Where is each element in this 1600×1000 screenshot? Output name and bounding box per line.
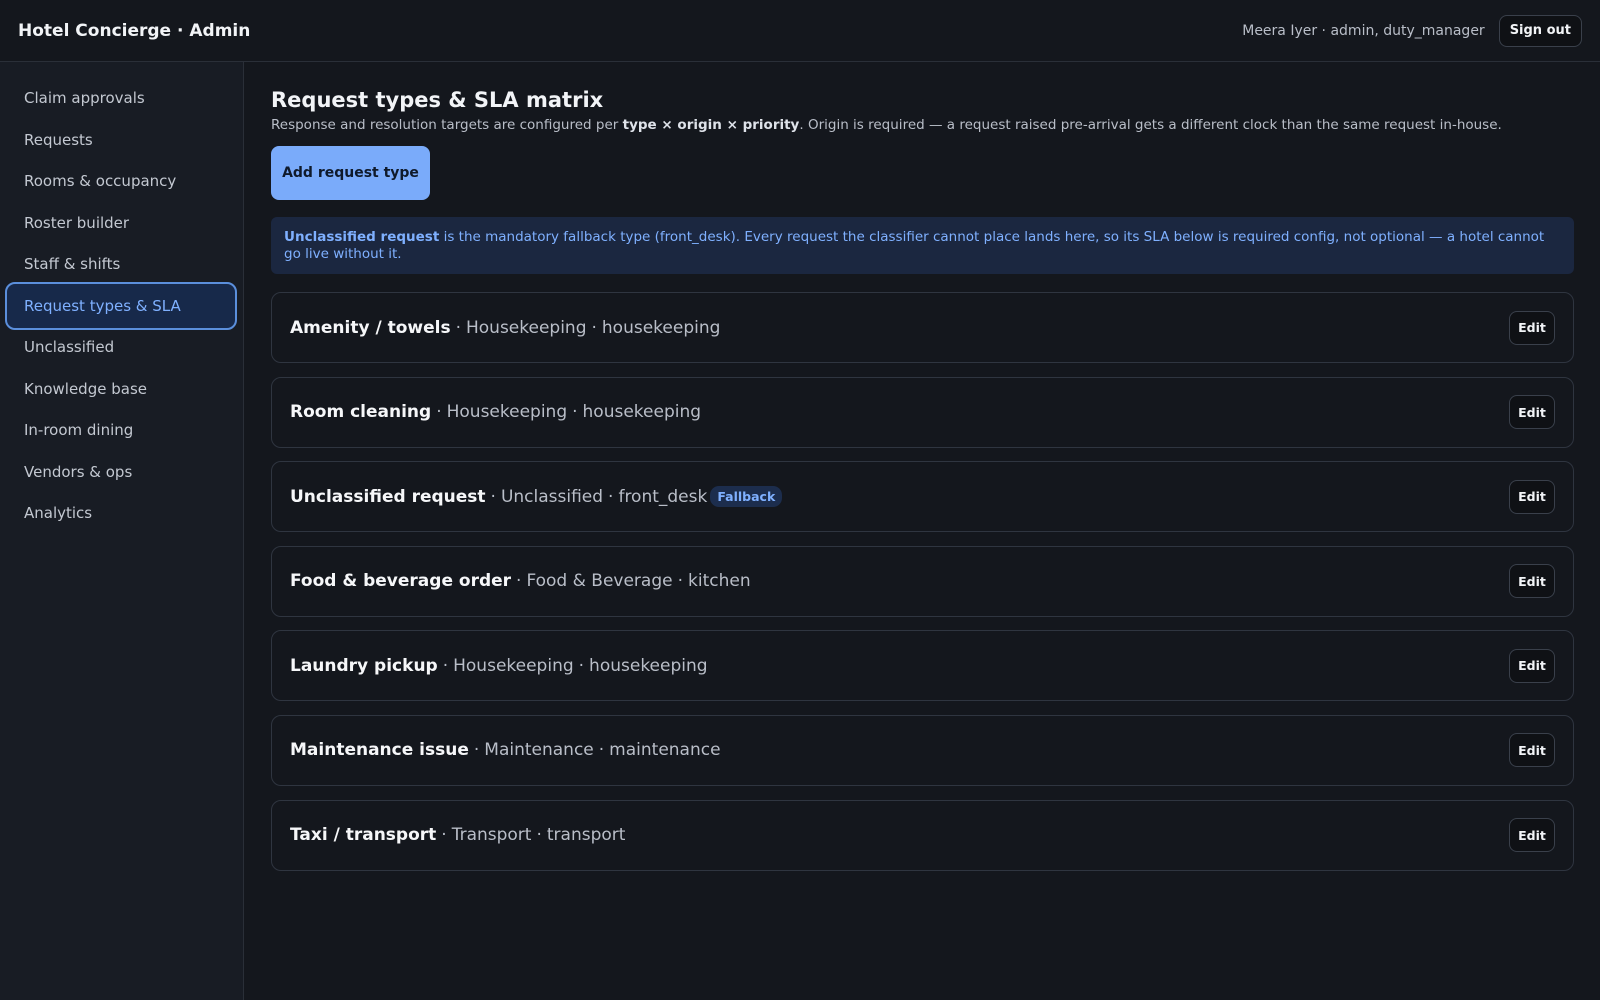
top-bar: Hotel Concierge · Admin Meera Iyer · adm… bbox=[0, 0, 1600, 62]
separator: · bbox=[516, 571, 522, 592]
sidebar-item-staff-shifts[interactable]: Staff & shifts bbox=[5, 240, 237, 288]
request-type-list: Amenity / towels · Housekeeping · housek… bbox=[271, 292, 1574, 871]
sidebar-item-label: Vendors & ops bbox=[24, 462, 133, 481]
sidebar-item-label: Staff & shifts bbox=[24, 255, 121, 273]
subtitle-suffix: . Origin is required — a request raised … bbox=[799, 117, 1502, 133]
page-title: Request types & SLA matrix bbox=[271, 88, 604, 112]
sidebar-item-rooms-occupancy[interactable]: Rooms & occupancy bbox=[5, 157, 237, 205]
sidebar-item-label: Rooms & occupancy bbox=[24, 172, 177, 190]
sidebar-item-analytics[interactable]: Analytics bbox=[5, 489, 237, 537]
request-type-card: Food & beverage order · Food & Beverage … bbox=[271, 545, 1574, 617]
subtitle-emphasis: type × origin × priority bbox=[622, 117, 800, 133]
sidebar: Claim approvals Requests Rooms & occupan… bbox=[0, 62, 244, 1000]
request-type-category: Housekeeping bbox=[465, 317, 587, 338]
request-type-card: Laundry pickup · Housekeeping · housekee… bbox=[271, 630, 1574, 702]
notice-emphasis: Unclassified request bbox=[284, 229, 440, 245]
edit-button[interactable]: Edit bbox=[1509, 395, 1555, 430]
request-type-info: Room cleaning · Housekeeping · housekeep… bbox=[290, 402, 701, 422]
page-subtitle: Response and resolution targets are conf… bbox=[271, 117, 1574, 133]
sidebar-item-in-room-dining[interactable]: In-room dining bbox=[5, 406, 237, 454]
separator: · bbox=[441, 825, 447, 846]
separator: · bbox=[490, 486, 496, 507]
main-content: Request types & SLA matrix Response and … bbox=[271, 62, 1574, 884]
request-type-team: front_desk bbox=[618, 486, 708, 507]
sidebar-item-label: In-room dining bbox=[24, 421, 134, 439]
sign-out-button[interactable]: Sign out bbox=[1498, 14, 1582, 47]
request-type-card: Maintenance issue · Maintenance · mainte… bbox=[271, 714, 1574, 786]
separator: · bbox=[572, 402, 578, 423]
sidebar-item-label: Knowledge base bbox=[24, 379, 147, 398]
request-type-team: housekeeping bbox=[601, 317, 721, 338]
user-area: Meera Iyer · admin, duty_manager Sign ou… bbox=[1242, 14, 1582, 47]
request-type-team: housekeeping bbox=[589, 655, 708, 676]
request-type-name: Unclassified request bbox=[290, 486, 486, 507]
request-type-team: maintenance bbox=[609, 740, 721, 761]
request-type-card: Unclassified request · Unclassified · fr… bbox=[271, 461, 1574, 533]
separator: · bbox=[473, 740, 480, 761]
fallback-badge: Fallback bbox=[710, 486, 783, 508]
request-type-info: Amenity / towels · Housekeeping · housek… bbox=[290, 318, 720, 338]
notice-text: is the mandatory fallback type (front_de… bbox=[284, 229, 1545, 262]
separator: · bbox=[591, 317, 597, 338]
separator: · bbox=[608, 486, 614, 507]
request-type-team: housekeeping bbox=[582, 402, 702, 423]
request-type-info: Maintenance issue · Maintenance · mainte… bbox=[290, 740, 721, 760]
sidebar-item-label: Requests bbox=[24, 130, 93, 149]
request-type-category: Maintenance bbox=[484, 740, 594, 761]
sidebar-item-unclassified[interactable]: Unclassified bbox=[5, 323, 237, 371]
request-type-info: Taxi / transport · Transport · transport bbox=[290, 825, 625, 845]
edit-button[interactable]: Edit bbox=[1509, 310, 1555, 345]
sidebar-item-label: Unclassified bbox=[24, 338, 115, 356]
sidebar-item-label: Analytics bbox=[24, 504, 93, 522]
request-type-category: Housekeeping bbox=[453, 655, 574, 676]
edit-button[interactable]: Edit bbox=[1509, 564, 1555, 599]
edit-button[interactable]: Edit bbox=[1509, 479, 1555, 514]
separator: · bbox=[536, 825, 542, 846]
request-type-info: Food & beverage order · Food & Beverage … bbox=[290, 571, 751, 591]
sidebar-item-label: Request types & SLA bbox=[24, 296, 181, 315]
separator: · bbox=[578, 655, 585, 676]
sidebar-item-label: Claim approvals bbox=[24, 89, 145, 107]
sidebar-item-claim-approvals[interactable]: Claim approvals bbox=[5, 74, 237, 122]
request-type-name: Laundry pickup bbox=[290, 655, 438, 676]
app-title: Hotel Concierge · Admin bbox=[18, 20, 251, 41]
edit-button[interactable]: Edit bbox=[1509, 733, 1555, 768]
request-type-category: Transport bbox=[451, 825, 532, 846]
edit-button[interactable]: Edit bbox=[1509, 818, 1555, 853]
request-type-info: Laundry pickup · Housekeeping · housekee… bbox=[290, 656, 708, 676]
request-type-card: Room cleaning · Housekeeping · housekeep… bbox=[271, 376, 1574, 448]
edit-button[interactable]: Edit bbox=[1509, 648, 1555, 683]
request-type-name: Taxi / transport bbox=[290, 825, 437, 846]
request-type-name: Room cleaning bbox=[290, 402, 432, 423]
separator: · bbox=[442, 655, 449, 676]
fallback-notice: Unclassified request is the mandatory fa… bbox=[271, 217, 1574, 274]
request-type-info: Unclassified request · Unclassified · fr… bbox=[290, 486, 783, 508]
request-type-category: Food & Beverage bbox=[526, 571, 673, 592]
add-request-type-button[interactable]: Add request type bbox=[271, 146, 430, 200]
sidebar-item-label: Roster builder bbox=[24, 213, 130, 232]
request-type-name: Maintenance issue bbox=[290, 740, 469, 761]
request-type-name: Food & beverage order bbox=[290, 571, 512, 592]
separator: · bbox=[455, 317, 461, 338]
request-type-card: Taxi / transport · Transport · transport… bbox=[271, 799, 1574, 871]
request-type-team: kitchen bbox=[688, 571, 751, 592]
request-type-team: transport bbox=[546, 825, 626, 846]
user-info: Meera Iyer · admin, duty_manager bbox=[1242, 22, 1485, 39]
separator: · bbox=[436, 402, 442, 423]
request-type-name: Amenity / towels bbox=[290, 317, 451, 338]
request-type-category: Unclassified bbox=[500, 486, 604, 507]
request-type-card: Amenity / towels · Housekeeping · housek… bbox=[271, 292, 1574, 363]
separator: · bbox=[677, 571, 683, 592]
request-type-category: Housekeeping bbox=[446, 402, 568, 423]
separator: · bbox=[598, 740, 605, 761]
subtitle-prefix: Response and resolution targets are conf… bbox=[271, 117, 623, 133]
